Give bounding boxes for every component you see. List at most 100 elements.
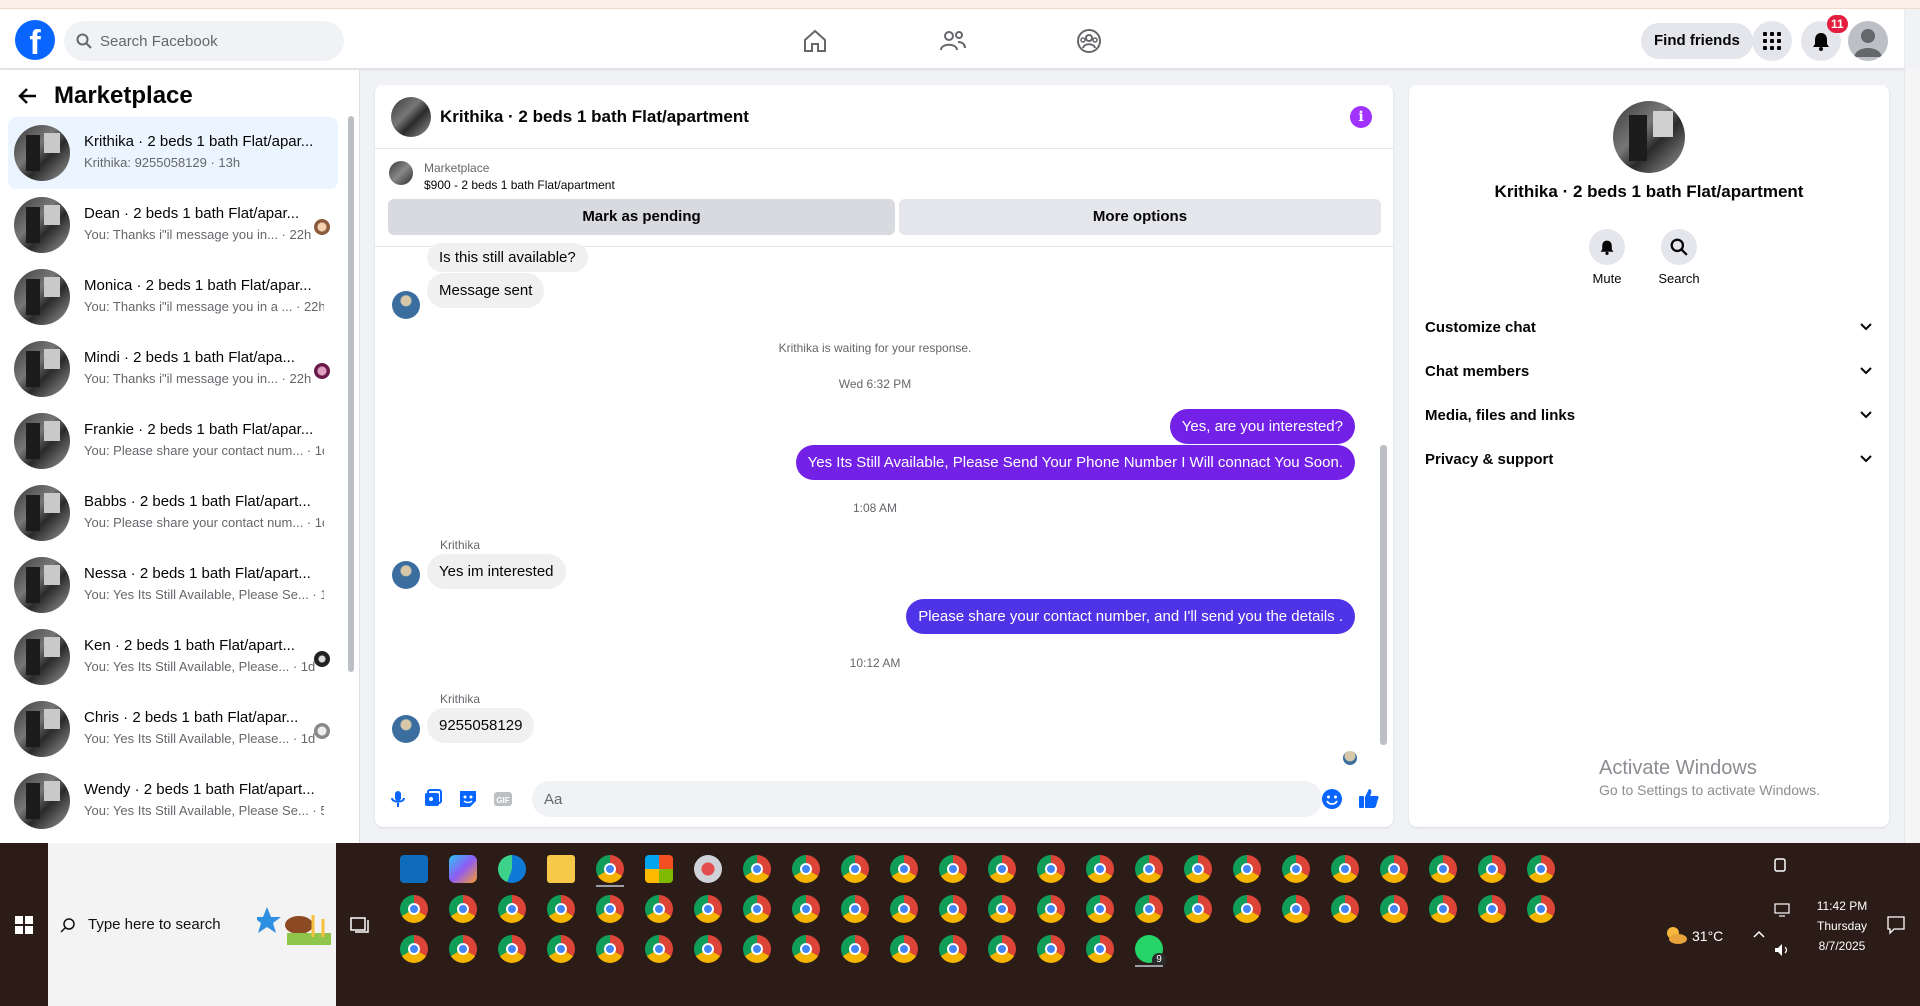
chrome-icon[interactable]	[498, 935, 526, 963]
task-view-icon[interactable]	[348, 913, 372, 937]
find-friends-button[interactable]: Find friends	[1641, 23, 1753, 59]
meet-now-icon[interactable]	[1772, 857, 1788, 873]
app-icon[interactable]	[694, 855, 722, 883]
chrome-icon[interactable]	[841, 855, 869, 883]
conversation-item[interactable]: Chris · 2 beds 1 bath Flat/apar... You: …	[8, 693, 338, 765]
chrome-icon[interactable]	[1380, 895, 1408, 923]
conversation-item[interactable]: Wendy · 2 beds 1 bath Flat/apart... You:…	[8, 765, 338, 837]
back-arrow-icon[interactable]	[18, 86, 38, 106]
chrome-icon[interactable]	[890, 855, 918, 883]
chrome-icon[interactable]	[939, 855, 967, 883]
groups-icon[interactable]	[1072, 24, 1106, 58]
chrome-icon[interactable]	[400, 935, 428, 963]
temperature[interactable]: 31°C	[1692, 928, 1723, 944]
network-icon[interactable]	[1774, 903, 1790, 917]
gif-icon[interactable]: GIF	[493, 789, 513, 809]
notification-center-icon[interactable]	[1886, 915, 1906, 935]
search-input[interactable]	[100, 32, 320, 50]
more-options-button[interactable]: More options	[899, 199, 1381, 235]
chrome-icon[interactable]	[498, 895, 526, 923]
conversation-item[interactable]: Monica · 2 beds 1 bath Flat/apar... You:…	[8, 261, 338, 333]
chrome-icon[interactable]	[1037, 855, 1065, 883]
search-conversation-button[interactable]: Search	[1649, 229, 1709, 286]
chrome-icon[interactable]	[792, 855, 820, 883]
home-icon[interactable]	[798, 24, 832, 58]
chrome-icon[interactable]	[1086, 855, 1114, 883]
sidebar-scrollbar[interactable]	[348, 116, 354, 672]
chrome-icon[interactable]	[596, 935, 624, 963]
chrome-icon[interactable]	[743, 855, 771, 883]
file-explorer-icon[interactable]	[547, 855, 575, 883]
clock-day[interactable]: Thursday	[1802, 919, 1882, 933]
chrome-icon[interactable]	[1135, 895, 1163, 923]
chrome-icon[interactable]	[841, 895, 869, 923]
chrome-icon[interactable]	[1086, 895, 1114, 923]
conversation-item[interactable]: Nessa · 2 beds 1 bath Flat/apart... You:…	[8, 549, 338, 621]
chrome-icon[interactable]	[1184, 895, 1212, 923]
chrome-icon[interactable]	[1527, 895, 1555, 923]
store-icon[interactable]	[645, 855, 673, 883]
chrome-icon[interactable]	[596, 895, 624, 923]
chat-members-row[interactable]: Chat members	[1425, 353, 1873, 389]
friends-icon[interactable]	[936, 24, 970, 58]
conversation-item[interactable]: Dean · 2 beds 1 bath Flat/apar... You: T…	[8, 189, 338, 261]
chrome-icon[interactable]	[939, 895, 967, 923]
conversation-item[interactable]: Frankie · 2 beds 1 bath Flat/apar... You…	[8, 405, 338, 477]
chrome-icon[interactable]	[988, 895, 1016, 923]
conversation-item[interactable]: Mindi · 2 beds 1 bath Flat/apa... You: T…	[8, 333, 338, 405]
chevron-up-icon[interactable]	[1752, 929, 1766, 939]
chat-scrollbar[interactable]	[1380, 445, 1387, 745]
chrome-icon[interactable]	[1086, 935, 1114, 963]
search-bar[interactable]	[64, 21, 344, 61]
menu-grid-icon[interactable]	[1752, 21, 1792, 61]
edge-icon[interactable]	[498, 855, 526, 883]
chrome-icon[interactable]	[1233, 855, 1261, 883]
chat-title[interactable]: Krithika · 2 beds 1 bath Flat/apartment	[440, 107, 749, 127]
chrome-icon[interactable]	[1135, 855, 1163, 883]
chrome-icon[interactable]	[400, 895, 428, 923]
chrome-icon[interactable]	[1429, 895, 1457, 923]
volume-icon[interactable]	[1774, 943, 1790, 957]
chrome-icon[interactable]	[1331, 855, 1359, 883]
thumbs-up-icon[interactable]	[1358, 787, 1380, 809]
chrome-icon[interactable]	[890, 895, 918, 923]
chrome-icon[interactable]	[1478, 895, 1506, 923]
profile-avatar[interactable]	[1848, 21, 1888, 61]
windows-start-icon[interactable]	[0, 843, 48, 1006]
chrome-icon[interactable]	[1037, 895, 1065, 923]
chrome-icon[interactable]	[1331, 895, 1359, 923]
chrome-icon[interactable]	[694, 935, 722, 963]
customize-chat-row[interactable]: Customize chat	[1425, 309, 1873, 345]
chrome-icon[interactable]	[645, 935, 673, 963]
chrome-icon[interactable]	[547, 935, 575, 963]
chrome-icon[interactable]	[1233, 895, 1261, 923]
chrome-icon[interactable]	[792, 895, 820, 923]
chrome-icon[interactable]	[743, 895, 771, 923]
conversation-item[interactable]: Krithika · 2 beds 1 bath Flat/apar... Kr…	[8, 117, 338, 189]
page-scrollbar[interactable]	[1904, 69, 1920, 843]
chrome-icon[interactable]	[1282, 895, 1310, 923]
chrome-icon[interactable]	[449, 935, 477, 963]
chrome-icon[interactable]	[988, 935, 1016, 963]
privacy-support-row[interactable]: Privacy & support	[1425, 441, 1873, 477]
emoji-icon[interactable]	[1321, 788, 1343, 810]
chrome-icon[interactable]	[1380, 855, 1408, 883]
microphone-icon[interactable]	[388, 789, 408, 809]
outlook-icon[interactable]	[400, 855, 428, 883]
mute-button[interactable]: Mute	[1577, 229, 1637, 286]
chrome-icon[interactable]	[988, 855, 1016, 883]
chrome-icon[interactable]	[890, 935, 918, 963]
message-input[interactable]	[532, 781, 1322, 817]
facebook-logo[interactable]: f	[15, 20, 55, 60]
chrome-icon[interactable]	[841, 935, 869, 963]
clock-time[interactable]: 11:42 PM	[1802, 899, 1882, 913]
chrome-icon[interactable]	[1527, 855, 1555, 883]
chrome-icon[interactable]	[449, 895, 477, 923]
chrome-icon[interactable]	[645, 895, 673, 923]
weather-icon[interactable]	[1663, 925, 1689, 945]
chrome-icon[interactable]	[1478, 855, 1506, 883]
chrome-icon[interactable]	[694, 895, 722, 923]
listing-thumbnail-large[interactable]	[1613, 101, 1685, 173]
chrome-icon[interactable]	[1037, 935, 1065, 963]
chrome-icon[interactable]	[1282, 855, 1310, 883]
